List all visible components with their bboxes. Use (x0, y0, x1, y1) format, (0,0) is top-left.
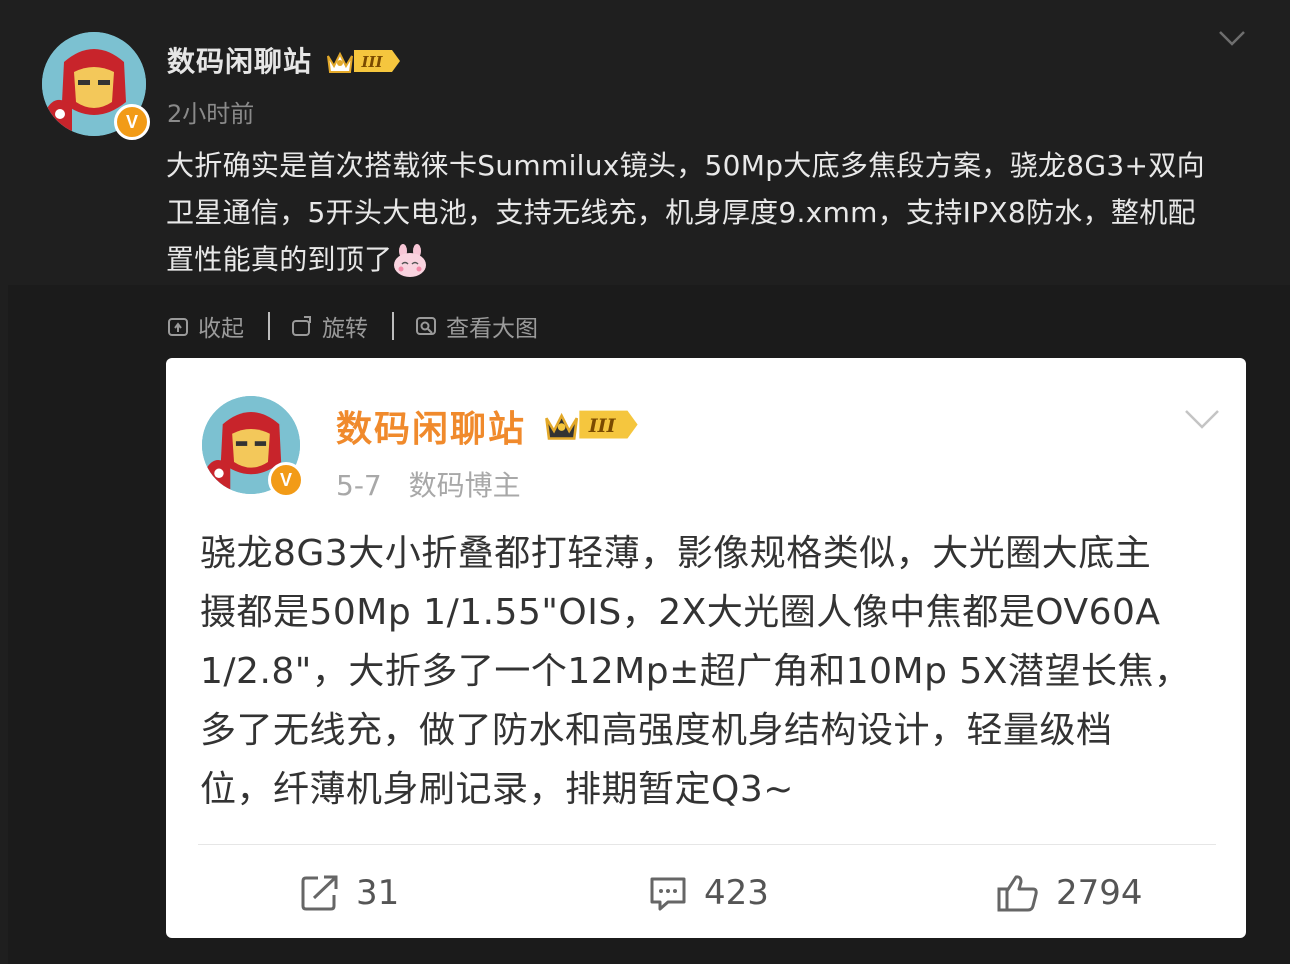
post-time: 2小时前 (167, 100, 255, 128)
rotate-icon (292, 316, 311, 336)
card-content-line: 摄都是50Mp 1/1.55"OIS，2X大光圈人像中焦都是OV60A (200, 592, 1161, 633)
card-member-level-text: III (588, 415, 617, 437)
embedded-screenshot-card[interactable]: V 数码闲聊站 III 5-7 数码博主 骁龙8G3大小折叠都打轻薄，影像规格类… (166, 358, 1246, 938)
like-count: 2794 (1056, 873, 1143, 913)
card-content-line: 多了无线充，做了防水和高强度机身结构设计，轻量级档 (200, 710, 1113, 751)
post-content-line: 置性能真的到顶了 (166, 236, 1256, 283)
action-separator (392, 312, 394, 340)
post-content-line: 卫星通信，5开头大电池，支持无线充，机身厚度9.xmm，支持IPX8防水，整机配 (166, 196, 1196, 229)
card-verified-badge: V (268, 462, 304, 498)
rotate-label: 旋转 (322, 316, 368, 342)
view-large-label: 查看大图 (446, 316, 538, 342)
card-comment: 423 (648, 858, 769, 928)
verified-badge: V (114, 104, 150, 140)
card-author-name: 数码闲聊站 (336, 409, 527, 450)
image-zoom-icon (416, 317, 436, 335)
post-content-line: 大折确实是首次搭载徕卡Summilux镜头，50Mp大底多焦段方案，骁龙8G3+… (166, 149, 1205, 182)
card-content: 骁龙8G3大小折叠都打轻薄，影像规格类似，大光圈大底主 摄都是50Mp 1/1.… (200, 524, 1220, 819)
author-name[interactable]: 数码闲聊站 (167, 40, 312, 80)
collapse-button[interactable]: 收起 (166, 309, 244, 343)
collapse-icon (168, 318, 188, 336)
member-crown-icon: III (327, 50, 400, 73)
author-avatar[interactable]: V (42, 32, 150, 140)
card-content-line: 1/2.8"，大折多了一个12Mp±超广角和10Mp 5X潜望长焦， (200, 651, 1191, 692)
card-date: 5-7 (336, 469, 382, 502)
rabbit-emoji-icon (394, 244, 427, 277)
action-separator (268, 312, 270, 340)
card-repost: 31 (300, 858, 399, 928)
image-action-bar: 收起 旋转 查看大图 (166, 308, 538, 344)
comment-count: 423 (704, 873, 769, 913)
post-content-text: 置性能真的到顶了 (166, 243, 393, 276)
card-engagement-bar: 31 423 2794 (166, 858, 1246, 928)
thumbs-up-icon (997, 875, 1038, 912)
card-role: 数码博主 (408, 469, 521, 502)
post-content: 大折确实是首次搭载徕卡Summilux镜头，50Mp大底多焦段方案，骁龙8G3+… (166, 142, 1256, 283)
rotate-button[interactable]: 旋转 (290, 309, 368, 343)
view-large-button[interactable]: 查看大图 (414, 309, 538, 343)
repost-count: 31 (356, 873, 400, 913)
card-divider (198, 844, 1216, 845)
collapse-label: 收起 (198, 316, 244, 342)
card-content-line: 骁龙8G3大小折叠都打轻薄，影像规格类似，大光圈大底主 (200, 533, 1152, 574)
comment-icon (650, 877, 686, 911)
card-meta: 5-7 数码博主 (336, 464, 539, 504)
card-content-line: 位，纤薄机身刷记录，排期暂定Q3~ (200, 769, 794, 810)
card-like: 2794 (996, 858, 1143, 928)
card-chevron-down-icon (1185, 410, 1219, 429)
member-level-text: III (360, 53, 383, 71)
card-author-avatar: V (202, 396, 304, 498)
chevron-down-icon[interactable] (1216, 28, 1248, 48)
card-member-crown-icon: III (545, 410, 638, 440)
repost-icon (301, 875, 338, 911)
